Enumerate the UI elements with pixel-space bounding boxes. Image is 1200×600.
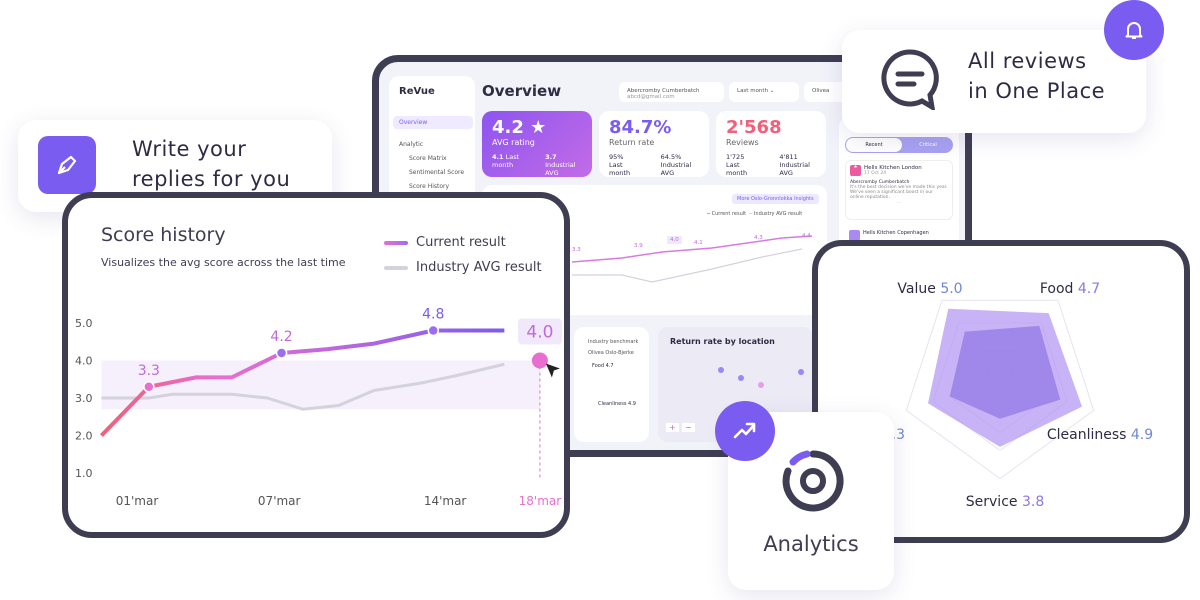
radar-label-cleanliness: Cleanliness 4.9 xyxy=(598,401,636,407)
radar-label-food: Food 4.7 xyxy=(592,363,614,369)
period-value: Last month xyxy=(737,88,769,94)
stat-sub: 64.5% Industrial AVG xyxy=(660,153,692,177)
card-title: in One Place xyxy=(968,79,1106,103)
legend-industry: Industry AVG result xyxy=(384,255,542,280)
review-item[interactable]: ★ Hells Kitchen London 17 Oct 24 Abercromb… xyxy=(845,160,953,220)
pen-icon xyxy=(57,155,77,175)
bell-icon xyxy=(1125,22,1143,39)
stat-reviews: 2'568 Reviews 1'725 Last month 4'811 Indu… xyxy=(716,111,826,177)
map-title: Return rate by location xyxy=(670,337,775,346)
map-marker[interactable] xyxy=(758,382,764,388)
radar-legend-benchmark: Industry benchmark xyxy=(588,339,639,345)
trending-up-icon xyxy=(733,422,756,439)
mini-current-line xyxy=(571,235,813,263)
nav-analytic[interactable]: Analytic xyxy=(393,138,473,151)
map-marker[interactable] xyxy=(738,375,744,381)
map-zoom-in-button[interactable]: + xyxy=(666,423,679,432)
donut-chart-icon xyxy=(782,450,844,512)
user-email: abcd@gmail.com xyxy=(627,94,675,100)
stat-avg-rating: 4.2 ★ AVG rating 4.1 Last month 3.7 Indus… xyxy=(482,111,592,177)
return-rate-value: 84.7% xyxy=(609,117,672,138)
user-dropdown[interactable]: Abercromby Cumberbatch abcd@gmail.com xyxy=(619,82,724,102)
review-text: It's the best decision we've made this y… xyxy=(850,185,948,200)
map-zoom-out-button[interactable]: − xyxy=(682,423,695,432)
review-date: 17 Oct 24 xyxy=(864,171,887,176)
star-icon: ★ xyxy=(530,117,547,138)
pen-icon-tile xyxy=(38,136,96,194)
mini-label: 4.4 xyxy=(802,233,811,239)
stat-label: Reviews xyxy=(726,138,759,147)
mini-label: 4.1 xyxy=(694,240,703,246)
stat-sub: 1'725 Last month xyxy=(726,153,748,177)
stat-sub: 3.7 Industrial AVG xyxy=(545,153,576,177)
mini-radar-panel: Industry benchmark Olivea Oslo-Bjerke Fo… xyxy=(574,327,649,442)
card-title: Write your xyxy=(132,137,247,161)
avg-rating-value: 4.2 xyxy=(492,117,524,138)
stat-return-rate: 84.7% Return rate 95% Last month 64.5% In… xyxy=(599,111,709,177)
reviews-value: 2'568 xyxy=(726,117,782,138)
analytics-label: Analytics xyxy=(763,532,859,556)
card-title: replies for you xyxy=(132,167,291,191)
stat-sub: 4.1 Last month xyxy=(492,153,520,169)
score-history-subtitle: Visualizes the avg score across the last… xyxy=(101,256,346,269)
score-legend: Current result Industry AVG result xyxy=(384,230,542,280)
stat-sub: 95% Last month xyxy=(609,153,631,177)
all-reviews-card: All reviews in One Place xyxy=(842,30,1146,133)
nav-score-matrix[interactable]: Score Matrix xyxy=(403,152,483,165)
mini-label: 3.9 xyxy=(634,243,643,249)
nav-sentimental-score[interactable]: Sentimental Score xyxy=(403,166,483,179)
page-title: Overview xyxy=(482,82,562,100)
tab-critical[interactable]: Critical xyxy=(903,138,953,152)
period-dropdown[interactable]: Last month ⌄ xyxy=(729,82,799,102)
nav-overview[interactable]: Overview xyxy=(393,116,473,129)
mini-label: 4.0 xyxy=(667,236,682,244)
radar-legend-location: Olivea Oslo-Bjerke xyxy=(588,350,634,356)
review-more[interactable]: ... xyxy=(850,200,948,205)
logo: ReVue xyxy=(399,86,435,97)
notification-button[interactable] xyxy=(1104,0,1164,60)
trend-button[interactable] xyxy=(715,401,775,461)
map-marker[interactable] xyxy=(718,367,724,373)
stat-label: Return rate xyxy=(609,138,655,147)
location-value: Olivea xyxy=(812,88,830,94)
rating-badge: ★ xyxy=(850,165,861,176)
mini-industry-line xyxy=(572,248,803,283)
map-marker[interactable] xyxy=(798,369,804,375)
mini-label: 4.3 xyxy=(754,235,763,241)
mini-label: 3.3 xyxy=(572,247,581,253)
legend-current: Current result xyxy=(384,230,542,255)
tab-recent[interactable]: Recent xyxy=(846,138,902,152)
stat-sub: 4'811 Industrial AVG xyxy=(779,153,810,177)
stat-label: AVG rating xyxy=(492,138,535,147)
chat-bubble-icon xyxy=(881,49,939,110)
card-title: All reviews xyxy=(968,49,1087,73)
score-history-title: Score history xyxy=(101,224,226,246)
